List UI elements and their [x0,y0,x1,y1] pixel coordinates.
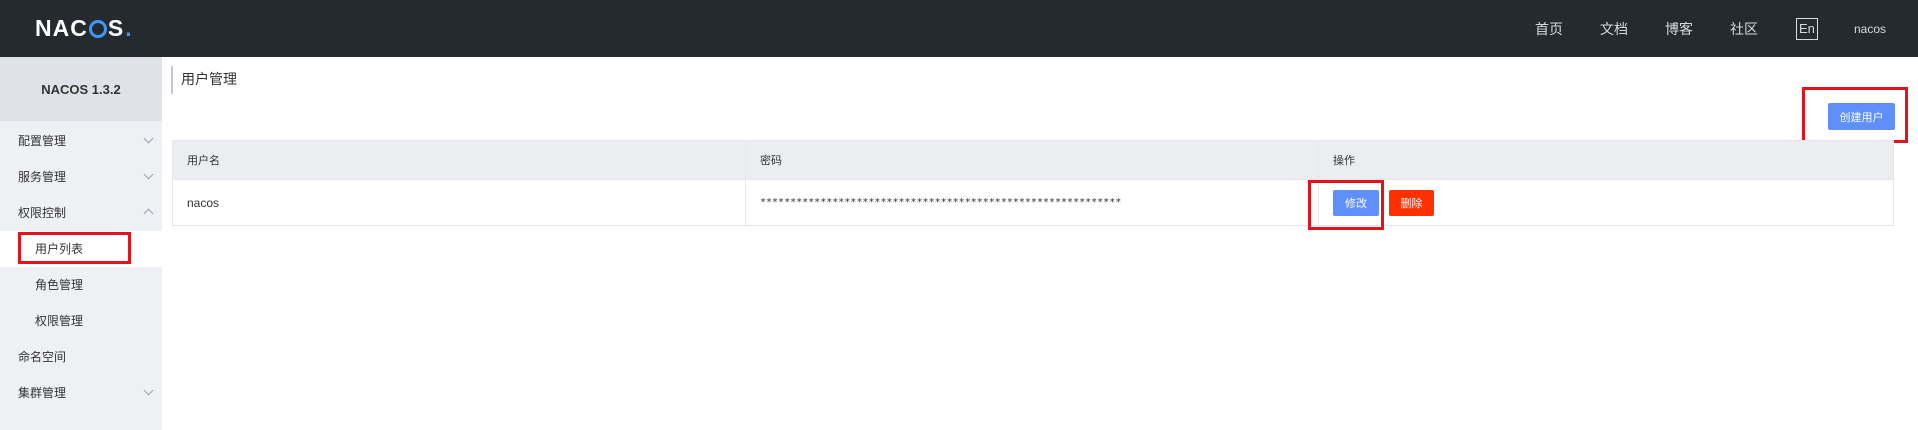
header-password: 密码 [746,141,1319,179]
chevron-down-icon [143,169,154,180]
chevron-down-icon [143,133,154,144]
table-header: 用户名 密码 操作 [173,141,1893,179]
sidebar-item-label: 角色管理 [35,278,84,292]
chevron-down-icon [143,385,154,396]
delete-button[interactable]: 删除 [1389,189,1434,216]
nav-blog[interactable]: 博客 [1665,19,1693,39]
top-header: NA C S. 首页 文档 博客 社区 En nacos [0,0,1918,57]
top-nav: 首页 文档 博客 社区 En nacos [1498,0,1886,57]
version-label: NACOS 1.3.2 [0,57,162,121]
language-toggle-button[interactable]: En [1795,17,1818,40]
nav-home[interactable]: 首页 [1535,19,1563,39]
users-table: 用户名 密码 操作 nacos ************************… [172,140,1894,226]
page-title: 用户管理 [171,66,237,94]
table-row: nacos **********************************… [173,179,1893,225]
sidebar-item-role-management[interactable]: 角色管理 [0,267,162,303]
sidebar-item-user-list[interactable]: 用户列表 [0,231,162,267]
sidebar-item-label: 权限控制 [18,206,67,220]
cell-username: nacos [173,180,746,225]
password-mask: ****************************************… [760,197,1122,208]
sidebar-item-cluster-management[interactable]: 集群管理 [0,375,162,411]
chevron-up-icon [143,208,154,219]
edit-button[interactable]: 修改 [1333,189,1379,216]
header-actions: 操作 [1333,154,1355,167]
nav-community[interactable]: 社区 [1730,19,1758,39]
sidebar: NACOS 1.3.2 配置管理 服务管理 权限控制 用户列表 角色管理 权限管… [0,57,162,430]
nacos-logo[interactable]: NA C S. [35,14,133,42]
current-user[interactable]: nacos [1854,22,1886,36]
sidebar-item-config-management[interactable]: 配置管理 [0,123,162,159]
cell-password: ****************************************… [746,180,1319,225]
sidebar-menu: 配置管理 服务管理 权限控制 用户列表 角色管理 权限管理 命名空间 集群管理 [0,123,162,411]
sidebar-item-access-control[interactable]: 权限控制 [0,195,162,231]
sidebar-item-permission-management[interactable]: 权限管理 [0,303,162,339]
nav-docs[interactable]: 文档 [1600,19,1628,39]
create-user-button[interactable]: 创建用户 [1828,103,1895,130]
cell-actions: 修改 删除 [1319,180,1893,225]
sidebar-item-label: 命名空间 [18,350,67,364]
header-username: 用户名 [173,141,746,179]
sidebar-item-label: 用户列表 [35,242,84,256]
sidebar-item-label: 服务管理 [18,170,67,184]
sidebar-item-service-management[interactable]: 服务管理 [0,159,162,195]
sidebar-item-label: 权限管理 [35,314,84,328]
sidebar-item-label: 集群管理 [18,386,67,400]
sidebar-item-label: 配置管理 [18,134,67,148]
sidebar-item-namespace[interactable]: 命名空间 [0,339,162,375]
logo-ring-icon [88,20,107,38]
